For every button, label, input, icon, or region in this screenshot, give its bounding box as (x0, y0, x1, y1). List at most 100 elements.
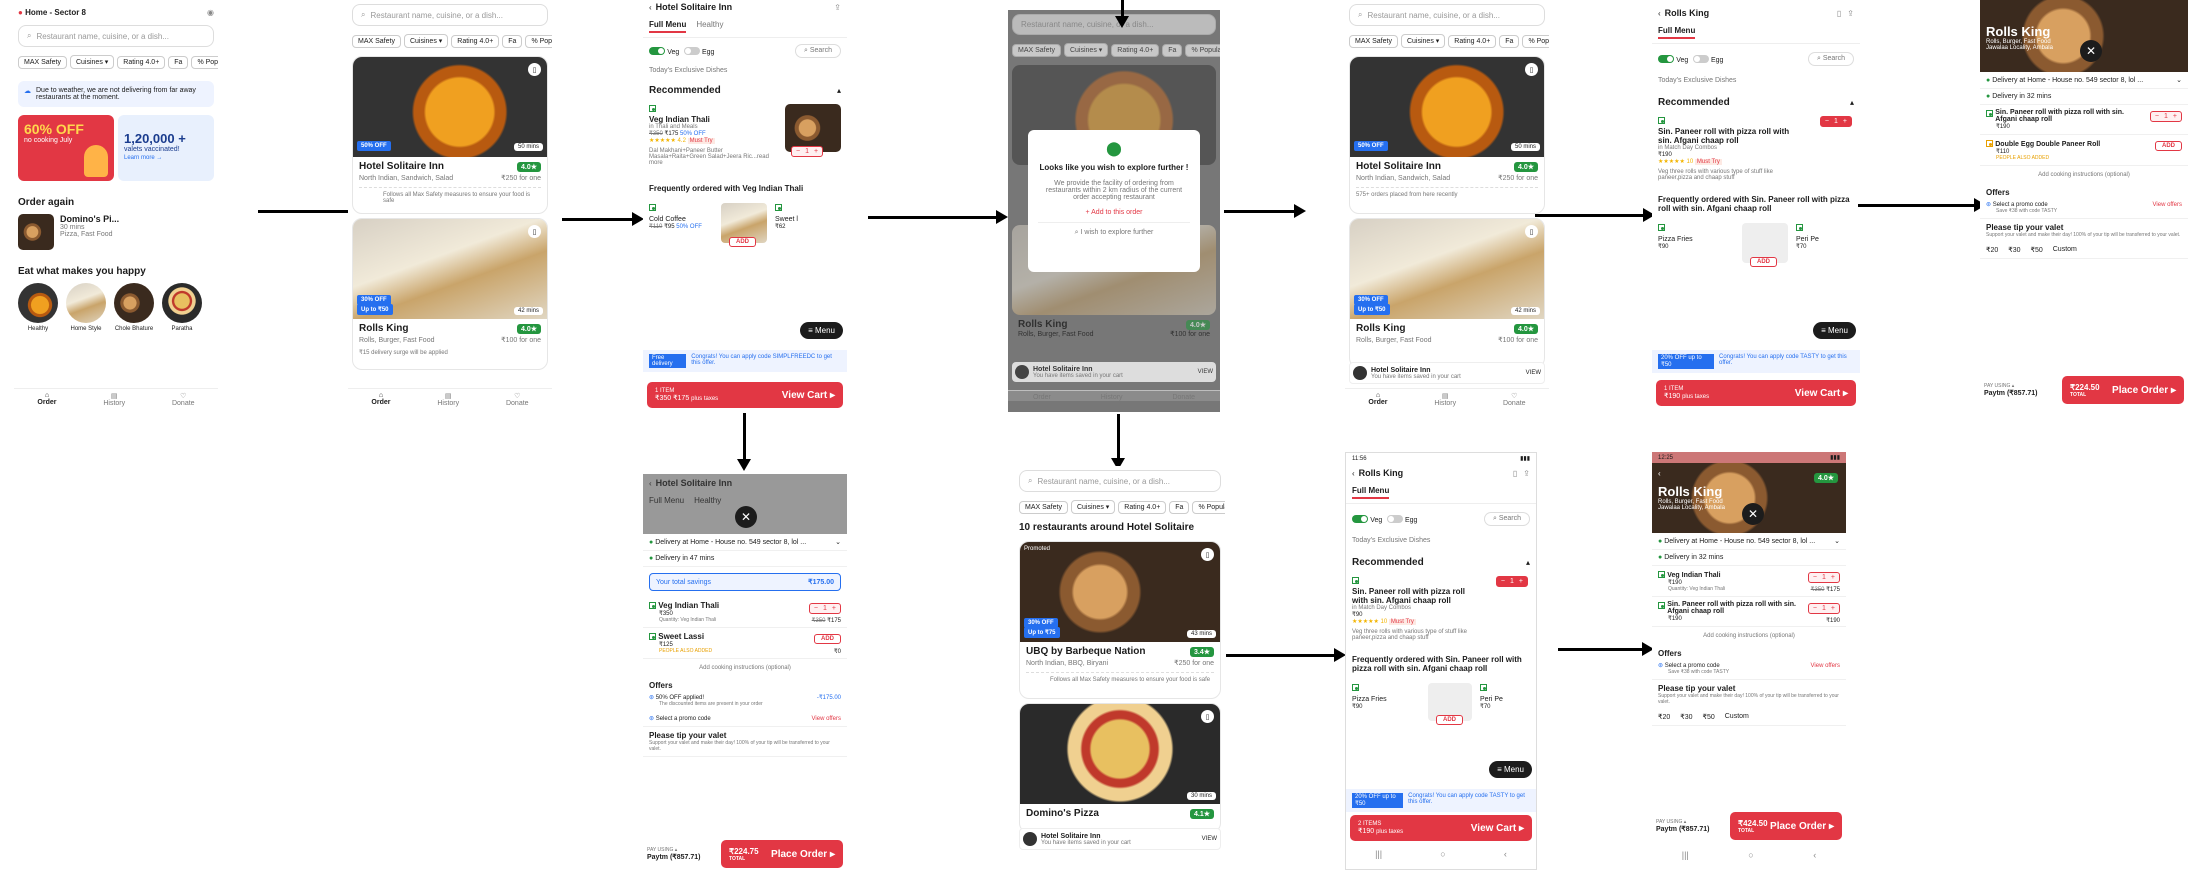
filter-popular[interactable]: % Popular (191, 56, 218, 69)
explore-further-button[interactable]: ⌕ I wish to explore further (1038, 229, 1190, 237)
payment-method[interactable]: PAY USING ▴ Paytm (₹857.71) (1984, 383, 2037, 397)
menu-search[interactable]: ⌕ Search (794, 44, 841, 58)
cooking-instructions[interactable]: Add cooking instructions (optional) (643, 659, 847, 677)
add-button[interactable]: ADD (1750, 257, 1777, 267)
nav-history[interactable]: ▤ History (103, 392, 125, 407)
nav-history[interactable]: ▤ History (1434, 392, 1456, 407)
filter-fast[interactable]: Fa (1169, 501, 1190, 514)
delivery-address[interactable]: ● Delivery at Home - House no. 549 secto… (1986, 77, 2143, 84)
quantity-stepper[interactable]: −1 + (1807, 603, 1840, 614)
view-cart-bar[interactable]: 1 ITEM ₹350 ₹175 plus taxes View Cart ▸ (647, 382, 843, 408)
tab-full-menu[interactable]: Full Menu (649, 20, 687, 33)
veg-toggle[interactable] (1352, 515, 1368, 524)
quantity-stepper[interactable]: −1 + (1807, 572, 1840, 583)
close-icon[interactable]: ✕ (1742, 503, 1764, 525)
banner-60-off[interactable]: 60% OFF no cooking July (18, 115, 114, 181)
quantity-stepper[interactable]: −1 + (791, 146, 824, 157)
search-input[interactable]: ⌕ Restaurant name, cuisine, or a dish... (352, 4, 548, 26)
recents-icon[interactable]: ||| (1375, 849, 1382, 859)
view-cart-bar[interactable]: 1 ITEM ₹190 plus taxes View Cart ▸ (1656, 380, 1856, 406)
tip-custom[interactable]: Custom (2053, 246, 2077, 254)
restaurant-card-rolls-king[interactable]: ▯ 30% OFF Up to ₹50 42 mins Rolls King 4.… (352, 218, 548, 370)
place-order-button[interactable]: ₹224.75 TOTAL Place Order ▸ (721, 840, 843, 868)
filter-max-safety[interactable]: MAX Safety (1019, 501, 1068, 514)
nav-history[interactable]: ▤ History (437, 392, 459, 407)
bookmark-icon[interactable]: ▯ (1201, 710, 1214, 723)
bookmark-icon[interactable]: ▯ (1525, 63, 1538, 76)
delivery-address[interactable]: ● Delivery at Home - House no. 549 secto… (649, 539, 806, 546)
tip-50[interactable]: ₹50 (1703, 713, 1715, 721)
dish-paratha[interactable]: Paratha (162, 283, 202, 332)
filter-cuisines[interactable]: Cuisines ▾ (1070, 500, 1116, 514)
nav-donate[interactable]: ♡ Donate (172, 392, 195, 407)
filter-rating[interactable]: Rating 4.0+ (117, 56, 166, 69)
filter-max-safety[interactable]: MAX Safety (352, 35, 401, 48)
add-to-order-button[interactable]: + Add to this order (1038, 209, 1190, 223)
saved-cart-bar[interactable]: Hotel Solitaire Inn You have items saved … (1349, 362, 1545, 384)
nav-donate[interactable]: ♡ Donate (506, 392, 529, 407)
restaurant-card-rolls-king[interactable]: ▯ 30% OFF Up to ₹50 42 mins Rolls King 4.… (1349, 218, 1545, 368)
bookmark-icon[interactable]: ▯ (1837, 9, 1841, 18)
back-icon[interactable]: ‹ (1352, 469, 1355, 478)
home-icon[interactable]: ○ (1440, 849, 1445, 859)
filter-popular[interactable]: % Popular (525, 35, 552, 48)
menu-fab[interactable]: ≡ Menu (1489, 761, 1532, 778)
back-icon[interactable]: ‹ (649, 479, 652, 488)
tip-custom[interactable]: Custom (1725, 713, 1749, 721)
recents-icon[interactable]: ||| (1682, 850, 1689, 860)
share-icon[interactable]: ⇪ (1847, 9, 1854, 18)
cooking-instructions[interactable]: Add cooking instructions (optional) (1980, 166, 2188, 184)
bookmark-icon[interactable]: ▯ (1513, 469, 1517, 478)
filter-fast[interactable]: Fa (502, 35, 523, 48)
close-icon[interactable]: ✕ (2080, 40, 2102, 62)
quantity-stepper[interactable]: −1 + (1495, 576, 1528, 587)
search-input[interactable]: ⌕ Restaurant name, cuisine, or a dish... (1349, 4, 1545, 26)
filter-fast[interactable]: Fa (168, 56, 189, 69)
restaurant-card-dominos[interactable]: ▯ 30 mins Domino's Pizza 4.1★ (1019, 703, 1221, 833)
nav-order[interactable]: ⌂ Order (1368, 392, 1387, 407)
collapse-icon[interactable]: ▴ (1526, 558, 1530, 567)
payment-method[interactable]: PAY USING ▴ Paytm (₹857.71) (647, 847, 700, 861)
back-icon[interactable]: ‹ (1658, 469, 1661, 478)
dish-healthy[interactable]: Healthy (18, 283, 58, 332)
restaurant-card-hotel-solitaire[interactable]: ▯ 50% OFF 50 mins Hotel Solitaire Inn 4.0… (1349, 56, 1545, 214)
view-offers-link[interactable]: View offers (2153, 202, 2182, 208)
nav-order[interactable]: ⌂ Order (371, 392, 390, 407)
filter-max-safety[interactable]: MAX Safety (1349, 35, 1398, 48)
tab-full-menu[interactable]: Full Menu (1658, 26, 1696, 39)
bookmark-icon[interactable]: ▯ (528, 63, 541, 76)
banner-valets[interactable]: 1,20,000 + valets vaccinated! Learn more… (118, 115, 214, 181)
veg-toggle[interactable] (649, 47, 665, 56)
dish-chole-bhature[interactable]: Chole Bhature (114, 283, 154, 332)
menu-search[interactable]: ⌕ Search (1483, 512, 1530, 526)
search-input[interactable]: ⌕ Restaurant name, cuisine, or a dish... (18, 25, 214, 47)
tab-healthy[interactable]: Healthy (696, 20, 723, 33)
promo-code-row[interactable]: ⊛ Select a promo code (1986, 201, 2048, 208)
menu-fab[interactable]: ≡ Menu (800, 322, 843, 339)
search-input[interactable]: ⌕ Restaurant name, cuisine, or a dish... (1019, 470, 1221, 492)
restaurant-card-hotel-solitaire[interactable]: ▯ 50% OFF 50 mins Hotel Solitaire Inn 4.0… (352, 56, 548, 214)
filter-rating[interactable]: Rating 4.0+ (451, 35, 500, 48)
collapse-icon[interactable]: ▴ (837, 86, 841, 95)
promo-code-row[interactable]: ⊛ Select a promo code (1658, 662, 1720, 669)
payment-method[interactable]: PAY USING ▴ Paytm (₹857.71) (1656, 819, 1709, 833)
tip-30[interactable]: ₹30 (1680, 713, 1692, 721)
filter-popular[interactable]: % Popular (1522, 35, 1549, 48)
bookmark-icon[interactable]: ▯ (528, 225, 541, 238)
menu-search[interactable]: ⌕ Search (1807, 52, 1854, 66)
order-again-item[interactable]: Domino's Pi... 30 mins Pizza, Fast Food (18, 214, 214, 250)
egg-toggle[interactable] (683, 47, 700, 56)
place-order-button[interactable]: ₹224.50 TOTAL Place Order ▸ (2062, 376, 2184, 404)
cooking-instructions[interactable]: Add cooking instructions (optional) (1652, 627, 1846, 645)
tab-full-menu[interactable]: Full Menu (1352, 486, 1390, 499)
view-offers-link[interactable]: View offers (812, 716, 841, 722)
profile-icon[interactable]: ◉ (207, 8, 214, 17)
tip-20[interactable]: ₹20 (1658, 713, 1670, 721)
view-cart-link[interactable]: VIEW (1198, 369, 1213, 375)
filter-popular[interactable]: % Popular (1192, 501, 1225, 514)
share-icon[interactable]: ⇪ (834, 3, 841, 12)
nav-order[interactable]: ⌂ Order (37, 392, 56, 407)
view-cart-link[interactable]: VIEW (1202, 836, 1217, 842)
filter-rating[interactable]: Rating 4.0+ (1448, 35, 1497, 48)
chevron-down-icon[interactable]: ⌄ (2176, 76, 2182, 84)
